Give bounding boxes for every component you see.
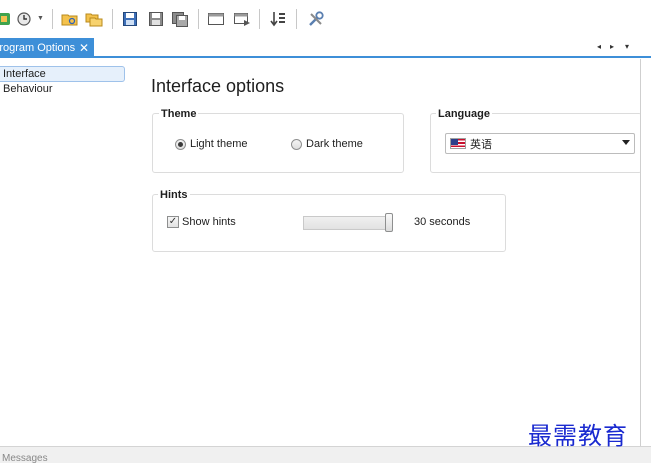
toolbar: ▼ xyxy=(0,0,651,38)
tab-program-options[interactable]: Program Options ✕ xyxy=(0,38,94,58)
show-hints-checkbox[interactable]: ✓ Show hints xyxy=(167,216,236,228)
tab-strip: Program Options ✕ ◂ ▸ ▾ xyxy=(0,38,651,59)
save-all-icon[interactable] xyxy=(146,9,166,29)
tab-underline xyxy=(0,56,651,58)
radio-indicator xyxy=(175,138,186,150)
hints-duration-slider[interactable] xyxy=(303,216,391,230)
radio-indicator xyxy=(291,138,302,150)
light-theme-radio[interactable]: Light theme xyxy=(175,138,247,150)
toolbar-divider xyxy=(112,9,113,29)
us-flag-icon xyxy=(450,138,466,149)
tab-label: Program Options xyxy=(0,42,76,54)
chevron-down-icon[interactable] xyxy=(622,140,630,145)
tools-icon[interactable] xyxy=(306,9,326,29)
page-title: Interface options xyxy=(151,76,285,96)
slider-handle[interactable] xyxy=(385,213,393,232)
light-theme-label: Light theme xyxy=(190,138,248,150)
toolbar-divider xyxy=(198,9,199,29)
tab-menu-icon[interactable]: ▾ xyxy=(625,40,629,54)
language-select[interactable]: 英语 xyxy=(445,133,635,154)
copy-folder-icon[interactable] xyxy=(84,9,104,29)
scrollbar[interactable] xyxy=(640,59,651,446)
dark-theme-radio[interactable]: Dark theme xyxy=(291,138,363,150)
app-icon[interactable] xyxy=(0,9,14,29)
checkmark-icon: ✓ xyxy=(167,216,179,228)
dark-theme-label: Dark theme xyxy=(306,138,363,150)
toolbar-divider xyxy=(52,9,53,29)
tab-prev-icon[interactable]: ◂ xyxy=(597,40,601,54)
theme-group-title: Theme xyxy=(159,108,199,120)
window-arrow-icon[interactable] xyxy=(232,9,252,29)
nav-item-behaviour[interactable]: Behaviour xyxy=(0,82,125,98)
toolbar-divider xyxy=(296,9,297,29)
sort-icon[interactable] xyxy=(268,9,288,29)
options-nav: Interface Behaviour xyxy=(0,62,128,442)
window-icon[interactable] xyxy=(206,9,226,29)
toolbar-divider xyxy=(259,9,260,29)
history-icon[interactable] xyxy=(14,9,34,29)
history-dropdown-icon[interactable]: ▼ xyxy=(37,15,44,22)
language-group-title: Language xyxy=(436,108,492,120)
show-hints-label: Show hints xyxy=(182,216,236,228)
watermark: 最需教育 xyxy=(528,422,628,450)
tab-next-icon[interactable]: ▸ xyxy=(610,40,614,54)
hints-group-title: Hints xyxy=(158,189,190,201)
open-folder-icon[interactable] xyxy=(60,9,80,29)
save-icon[interactable] xyxy=(120,9,140,29)
close-icon[interactable]: ✕ xyxy=(79,41,89,55)
save-copy-icon[interactable] xyxy=(170,9,190,29)
language-value: 英语 xyxy=(470,138,492,151)
nav-item-interface[interactable]: Interface xyxy=(0,66,125,82)
hints-duration-value: 30 seconds xyxy=(414,216,471,228)
messages-label[interactable]: Messages xyxy=(2,453,48,463)
